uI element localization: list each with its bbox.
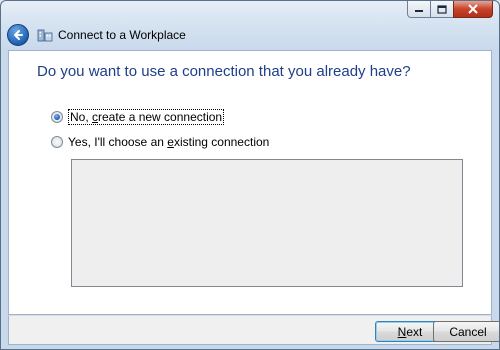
existing-connections-list	[71, 159, 463, 287]
option-use-existing[interactable]: Yes, I'll choose an existing connection	[51, 135, 269, 149]
wizard-titlebar: Connect to a Workplace	[7, 23, 493, 47]
close-button[interactable]	[453, 1, 493, 18]
maximize-icon	[437, 4, 447, 14]
wizard-content: Do you want to use a connection that you…	[8, 50, 492, 315]
back-button[interactable]	[7, 24, 29, 46]
option-use-existing-label[interactable]: Yes, I'll choose an existing connection	[68, 135, 269, 149]
minimize-icon	[415, 10, 423, 12]
window-title: Connect to a Workplace	[58, 28, 186, 42]
cancel-button[interactable]: Cancel	[433, 321, 499, 342]
radio-use-existing[interactable]	[51, 136, 63, 148]
close-icon	[468, 4, 478, 14]
page-heading: Do you want to use a connection that you…	[37, 63, 411, 80]
maximize-button[interactable]	[431, 1, 453, 18]
option-create-new-label[interactable]: No, create a new connection	[68, 109, 225, 125]
option-create-new[interactable]: No, create a new connection	[51, 109, 225, 125]
back-arrow-icon	[14, 30, 23, 40]
wizard-window: Connect to a Workplace Do you want to us…	[0, 0, 500, 350]
workplace-network-icon	[37, 29, 53, 42]
radio-create-new[interactable]	[51, 111, 63, 123]
minimize-button[interactable]	[407, 1, 431, 18]
wizard-footer: Next Cancel	[8, 315, 499, 345]
caption-buttons	[407, 1, 493, 18]
